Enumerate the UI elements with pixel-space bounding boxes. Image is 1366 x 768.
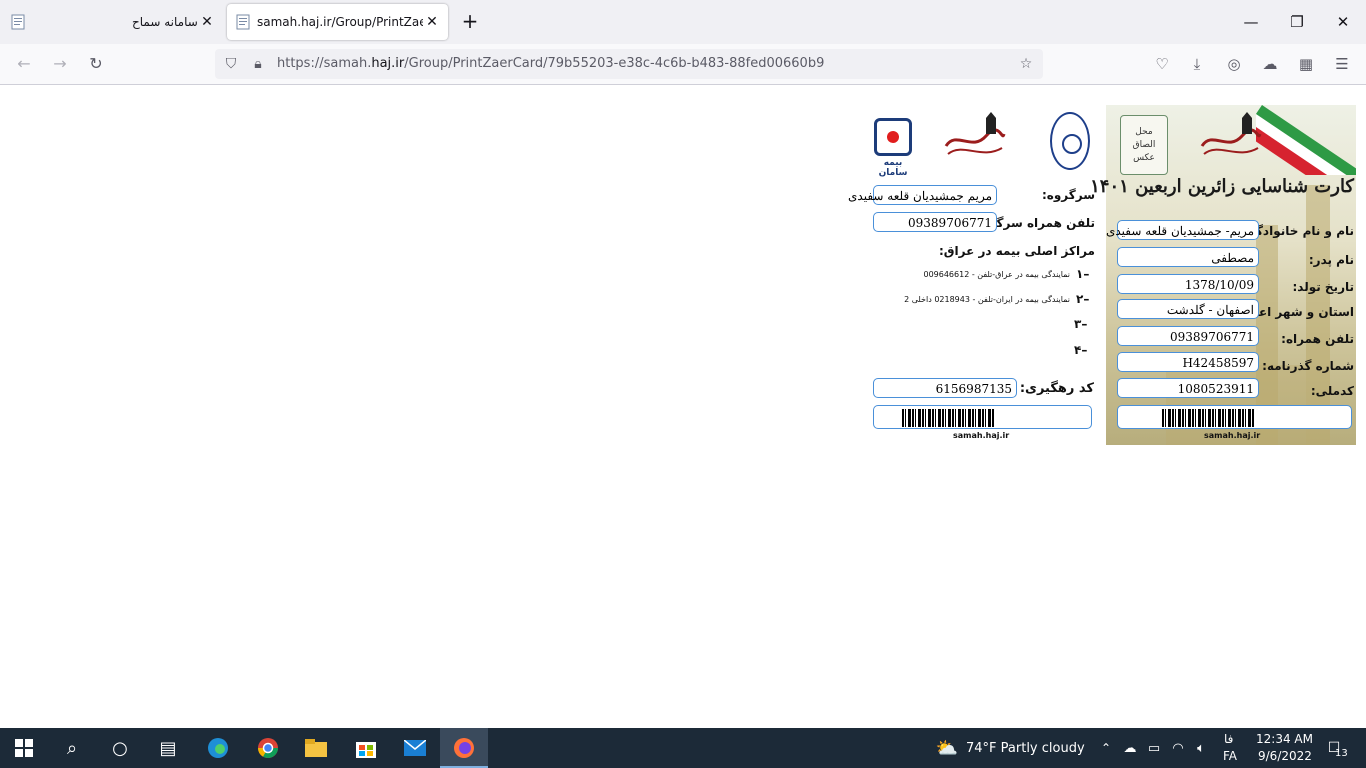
- menu-icon[interactable]: ☰: [1332, 54, 1352, 74]
- field-value-national-id: 1080523911: [1117, 378, 1259, 398]
- tracking-value: 6156987135: [873, 378, 1017, 398]
- tab-print-zaer-card[interactable]: samah.haj.ir/Group/PrintZaerCa ✕: [227, 4, 448, 40]
- tab-samah-system[interactable]: سامانه سماح ✕: [0, 4, 222, 40]
- download-icon[interactable]: ⤓: [1187, 54, 1207, 74]
- field-value-name: مریم- جمشیدیان قلعه سفیدی: [1106, 220, 1259, 240]
- tab-bar: سامانه سماح ✕ samah.haj.ir/Group/PrintZa…: [0, 0, 1366, 44]
- taskbar: ⌕ ○ ▤ ⛅ 74°F Partly cloudy ⌃ ☁ ▭ ◠ 🔈︎ فا…: [0, 728, 1366, 768]
- forward-button[interactable]: →: [48, 52, 72, 76]
- close-icon[interactable]: ✕: [199, 14, 215, 30]
- field-label: تلفن همراه:: [1281, 332, 1354, 346]
- photo-placeholder: محل الصاق عکس: [1120, 115, 1168, 175]
- arbaeen-logo: [1198, 112, 1262, 168]
- task-view-icon[interactable]: ▤: [156, 736, 180, 760]
- leader-phone-value: 09389706771: [873, 212, 997, 232]
- extension-icon[interactable]: ☁: [1260, 54, 1280, 74]
- field-value-father-name: مصطفی: [1117, 247, 1259, 267]
- arbaeen-logo: [942, 110, 1006, 168]
- page-icon: [235, 14, 251, 30]
- lock-icon[interactable]: 🔒︎: [249, 55, 267, 73]
- field-value-passport: H42458597: [1117, 352, 1259, 372]
- shield-icon[interactable]: ⛉: [222, 55, 240, 73]
- wifi-icon[interactable]: ◠: [1166, 736, 1190, 760]
- address-bar[interactable]: ⛉ 🔒︎ https://samah.haj.ir/Group/PrintZae…: [215, 49, 1043, 79]
- account-icon[interactable]: ◎: [1224, 54, 1244, 74]
- saman-insurance-logo: [874, 118, 912, 156]
- field-value-mobile: 09389706771: [1117, 326, 1259, 346]
- field-label: کدملی:: [1310, 384, 1354, 398]
- chrome-icon[interactable]: [256, 736, 280, 760]
- navigation-bar: ← → ↻ ⛉ 🔒︎ https://samah.haj.ir/Group/Pr…: [0, 44, 1366, 85]
- tab-title: سامانه سماح: [132, 15, 198, 29]
- close-icon[interactable]: ✕: [424, 14, 440, 30]
- firefox-icon: [452, 736, 476, 760]
- insurance-item: نمایندگی بیمه در ایران-تلفن - 0218943 دا…: [904, 295, 1070, 304]
- language-indicator-top[interactable]: فا: [1224, 732, 1233, 746]
- site-label: samah.haj.ir: [1204, 431, 1261, 440]
- field-value-birth-date: 1378/10/09: [1117, 274, 1259, 294]
- field-label: تاریخ تولد:: [1292, 280, 1354, 294]
- field-value-province-city: اصفهان - گلدشت: [1117, 299, 1259, 319]
- language-indicator-bottom[interactable]: FA: [1223, 749, 1237, 763]
- insurance-item: نمایندگی بیمه در عراق-تلفن - 009646612: [923, 270, 1070, 279]
- url-text[interactable]: https://samah.haj.ir/Group/PrintZaerCard…: [277, 56, 824, 71]
- notification-count: 13: [1335, 748, 1348, 759]
- edge-icon[interactable]: [206, 736, 230, 760]
- bookmark-star-icon[interactable]: ☆: [1017, 55, 1035, 73]
- file-explorer-icon[interactable]: [304, 736, 328, 760]
- search-icon[interactable]: ⌕: [60, 736, 84, 760]
- leader-label: سرگروه:: [1041, 188, 1095, 202]
- onedrive-icon[interactable]: ☁: [1118, 736, 1142, 760]
- mail-icon[interactable]: [403, 736, 427, 760]
- field-label: نام پدر:: [1308, 253, 1354, 267]
- start-windows-icon[interactable]: [12, 736, 36, 760]
- chevron-up-icon[interactable]: ⌃: [1094, 736, 1118, 760]
- store-icon[interactable]: [354, 736, 378, 760]
- leader-value: مریم جمشیدیان قلعه سفیدی: [848, 185, 997, 205]
- volume-icon[interactable]: 🔈︎: [1189, 736, 1213, 760]
- saman-label: بیمه سامان: [878, 158, 908, 178]
- insurance-title: مراکز اصلی بیمه در عراق:: [938, 244, 1095, 258]
- extension-icon[interactable]: ▦: [1296, 54, 1316, 74]
- clock-date[interactable]: 9/6/2022: [1258, 749, 1312, 763]
- weather-icon[interactable]: ⛅: [935, 736, 959, 760]
- close-window-button[interactable]: ✕: [1331, 10, 1355, 34]
- restore-button[interactable]: ❐: [1285, 10, 1309, 34]
- hajj-organization-logo: [1050, 112, 1090, 170]
- weather-text[interactable]: 74°F Partly cloudy: [966, 741, 1085, 756]
- card-title: کارت شناسایی زائرین اربعین ۱۴۰۱: [1090, 176, 1354, 197]
- page-icon: [10, 14, 26, 30]
- tracking-label: کد رهگیری:: [1019, 381, 1094, 396]
- barcode: [873, 405, 1092, 429]
- item-number: ۲–: [1076, 292, 1090, 306]
- site-label: samah.haj.ir: [953, 431, 1010, 440]
- clock-time[interactable]: 12:34 AM: [1256, 732, 1313, 746]
- iran-flag: [1256, 105, 1356, 175]
- minimize-button[interactable]: —: [1239, 10, 1263, 34]
- pocket-icon[interactable]: ♡: [1152, 54, 1172, 74]
- cortana-icon[interactable]: ○: [108, 736, 132, 760]
- item-number: ۴–: [1074, 343, 1088, 357]
- back-button[interactable]: ←: [12, 52, 36, 76]
- item-number: ۳–: [1074, 317, 1088, 331]
- barcode: [1117, 405, 1352, 429]
- firefox-taskbar-button[interactable]: [440, 728, 488, 768]
- field-label: شماره گذرنامه:: [1262, 359, 1354, 373]
- tab-title: samah.haj.ir/Group/PrintZaerCa: [257, 15, 423, 29]
- item-number: ۱–: [1076, 267, 1090, 281]
- reload-button[interactable]: ↻: [84, 52, 108, 76]
- new-tab-button[interactable]: +: [458, 10, 482, 34]
- battery-icon[interactable]: ▭: [1142, 736, 1166, 760]
